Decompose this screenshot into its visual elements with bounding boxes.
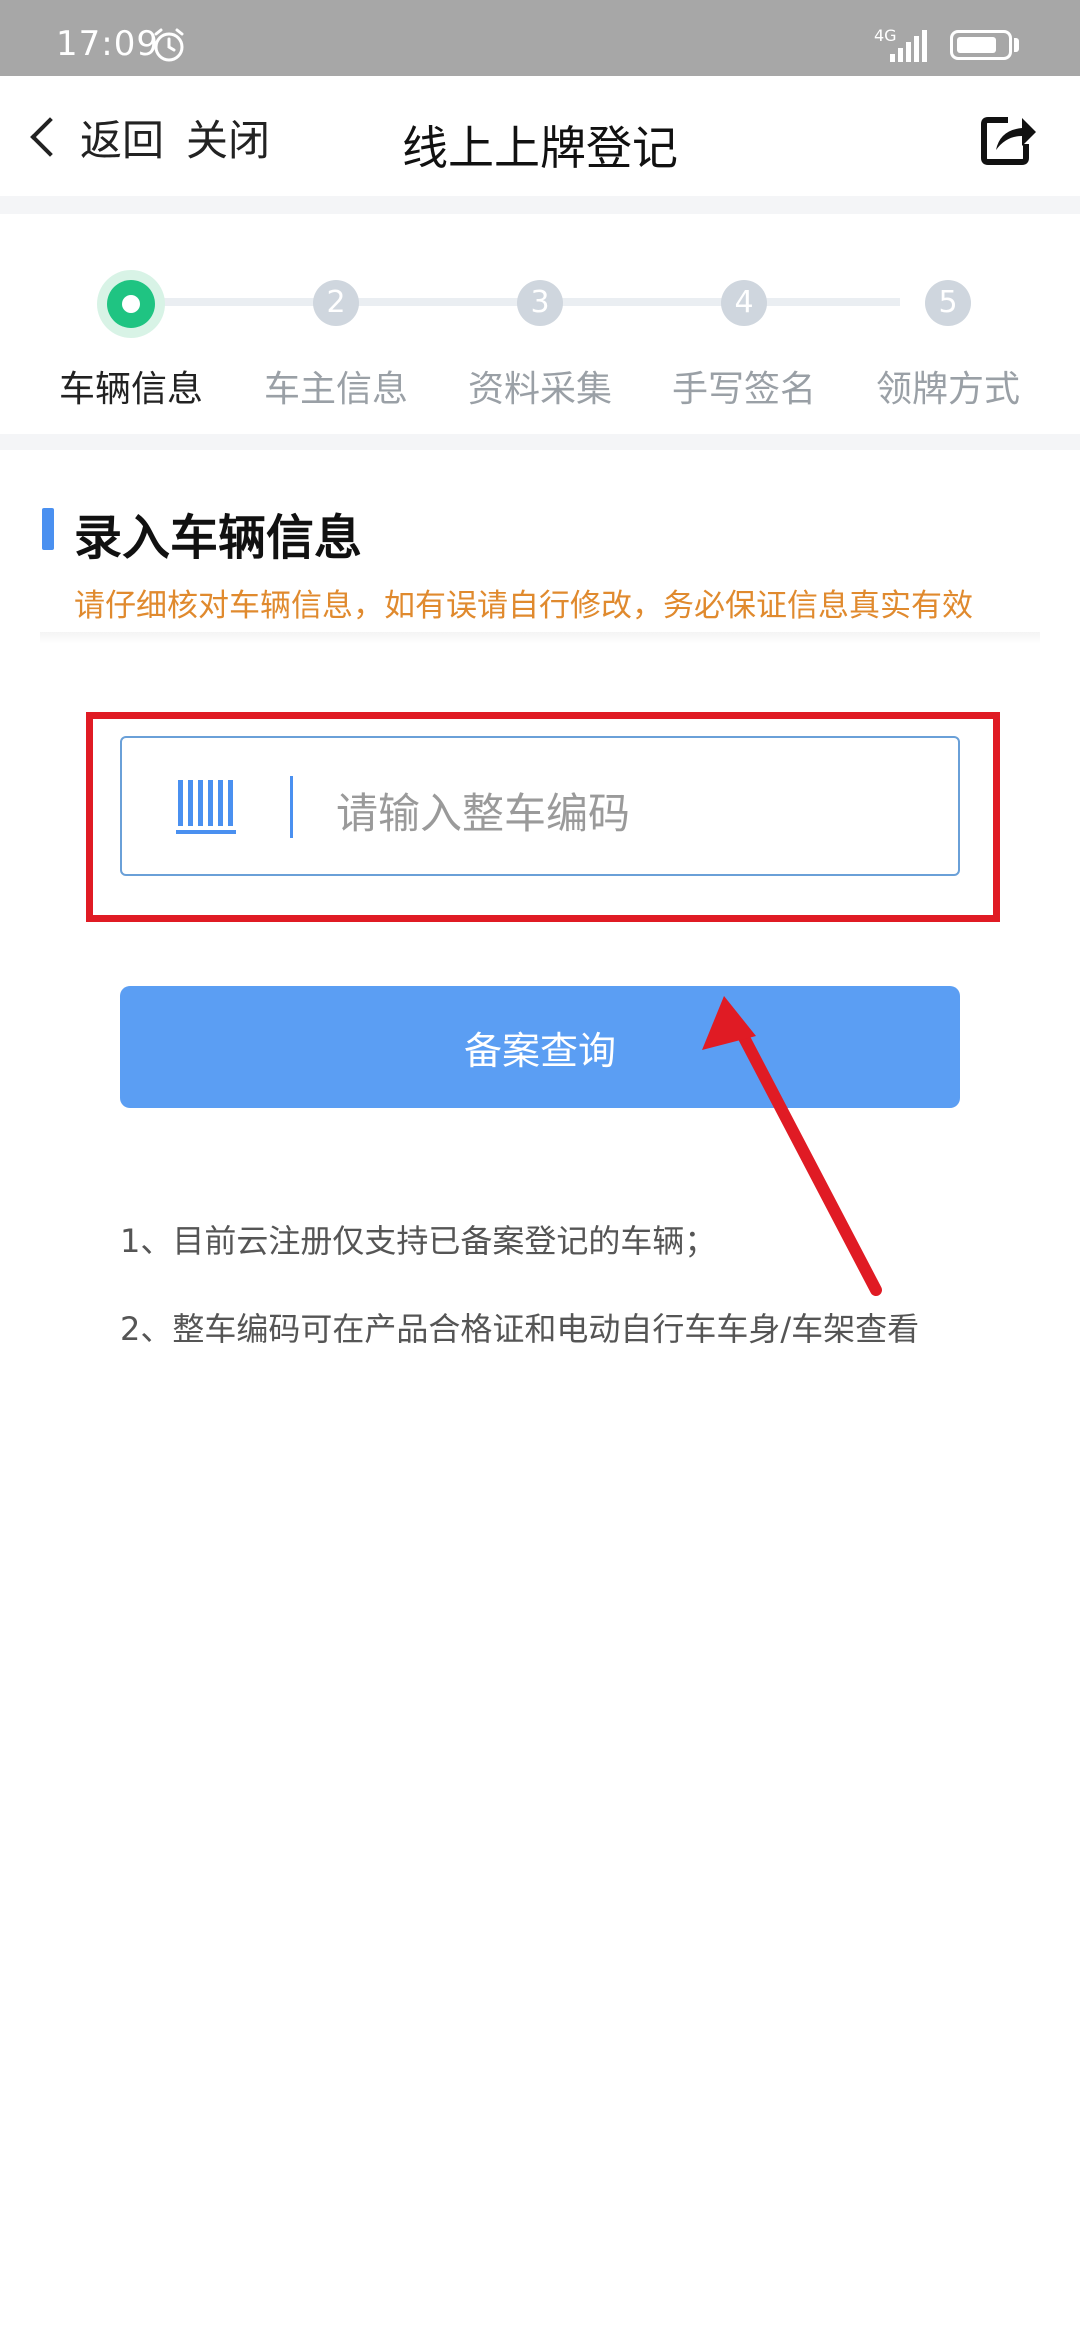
signal-icon bbox=[890, 30, 927, 62]
vehicle-code-input[interactable]: 请输入整车编码 bbox=[120, 736, 960, 876]
step-1-indicator bbox=[107, 280, 155, 328]
barcode-icon[interactable] bbox=[176, 778, 238, 836]
note-2: 2、整车编码可在产品合格证和电动自行车车身/车架查看 bbox=[120, 1310, 920, 1348]
battery-icon bbox=[950, 30, 1012, 60]
chevron-left-icon bbox=[30, 117, 70, 157]
step-3-indicator: 3 bbox=[517, 280, 563, 326]
status-bar: 17:09 4G bbox=[0, 0, 1080, 76]
section-accent-bar bbox=[42, 508, 54, 550]
step-5-indicator: 5 bbox=[925, 280, 971, 326]
back-button[interactable]: 返回 bbox=[24, 112, 164, 165]
divider bbox=[0, 196, 1080, 214]
divider bbox=[0, 434, 1080, 450]
close-label: 关闭 bbox=[186, 115, 271, 165]
alarm-clock-icon bbox=[154, 28, 184, 62]
close-button[interactable]: 关闭 bbox=[186, 112, 270, 165]
step-4-label: 手写签名 bbox=[671, 369, 816, 410]
share-icon[interactable] bbox=[978, 108, 1040, 170]
step-2-indicator: 2 bbox=[313, 280, 359, 326]
section-title: 录入车辆信息 bbox=[74, 510, 363, 566]
section-hint: 请仔细核对车辆信息，如有误请自行修改，务必保证信息真实有效 bbox=[74, 588, 973, 624]
status-time: 17:09 bbox=[56, 24, 159, 64]
battery-tip bbox=[1014, 38, 1019, 52]
nav-bar: 返回 关闭 线上上牌登记 bbox=[0, 76, 1080, 196]
input-separator bbox=[290, 776, 293, 838]
step-5-label: 领牌方式 bbox=[875, 369, 1020, 410]
record-query-button[interactable]: 备案查询 bbox=[120, 986, 960, 1108]
step-4-indicator: 4 bbox=[721, 280, 767, 326]
step-2-label: 车主信息 bbox=[263, 369, 408, 410]
hint-divider bbox=[40, 632, 1040, 644]
input-placeholder: 请输入整车编码 bbox=[336, 789, 631, 838]
step-3-label: 资料采集 bbox=[467, 369, 612, 410]
back-label: 返回 bbox=[80, 115, 165, 165]
step-progress: 2 3 4 5 车辆信息 车主信息 资料采集 手写签名 领牌方式 bbox=[0, 214, 1080, 434]
note-1: 1、目前云注册仅支持已备案登记的车辆； bbox=[120, 1222, 717, 1260]
step-1-label: 车辆信息 bbox=[58, 369, 203, 410]
